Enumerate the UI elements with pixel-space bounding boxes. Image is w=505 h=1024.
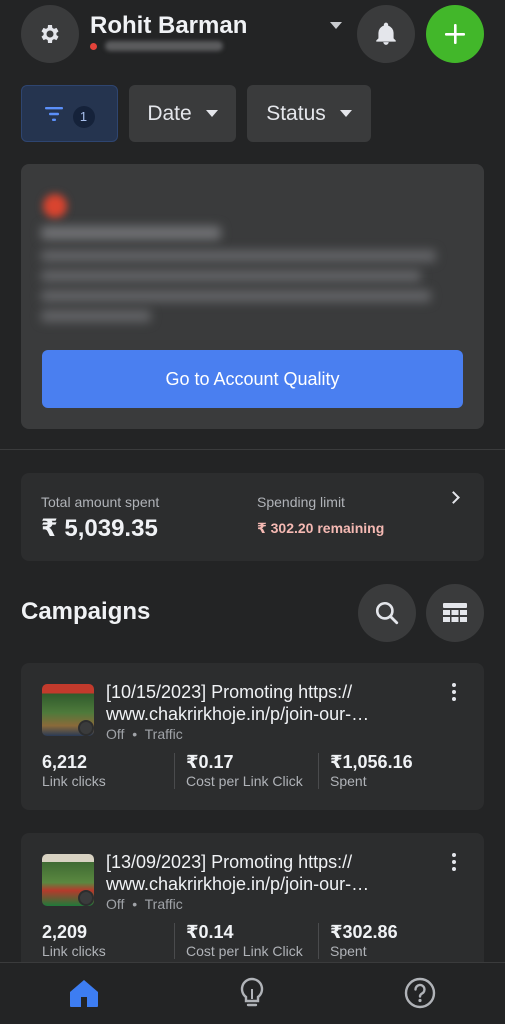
filter-button[interactable]: 1 — [21, 85, 118, 142]
account-name[interactable]: Rohit Barman — [90, 12, 247, 40]
link-clicks-label: Link clicks — [42, 773, 106, 789]
redacted-alert-text — [41, 270, 421, 282]
metric-divider — [318, 753, 319, 789]
spending-limit-remaining: ₹ 302.20 remaining — [257, 520, 385, 536]
metric-divider — [174, 923, 175, 959]
link-clicks-value: 6,212 — [42, 752, 88, 772]
search-button[interactable] — [358, 584, 416, 642]
chevron-right-icon[interactable] — [447, 491, 460, 504]
status-dot — [90, 42, 97, 50]
home-icon — [70, 980, 98, 1007]
link-clicks-value: 2,209 — [42, 922, 88, 942]
campaign-status-line: Off • Traffic — [106, 726, 183, 742]
help-icon — [404, 977, 436, 1009]
campaign-status: Off — [106, 896, 125, 912]
more-options-icon[interactable] — [452, 853, 456, 871]
more-options-icon[interactable] — [452, 683, 456, 701]
lightbulb-icon — [240, 977, 264, 1007]
account-id-redacted — [105, 41, 223, 51]
warning-icon — [43, 194, 67, 218]
account-switcher-chevron-down-icon[interactable] — [330, 22, 342, 29]
campaign-title: [10/15/2023] Promoting https:// www.chak… — [106, 682, 370, 724]
account-quality-alert: Go to Account Quality — [21, 164, 484, 429]
nav-help[interactable] — [400, 973, 440, 1013]
redacted-alert-text — [41, 250, 436, 262]
total-spent-label: Total amount spent — [41, 494, 160, 510]
link-clicks-label: Link clicks — [42, 943, 106, 959]
metric-divider — [174, 753, 175, 789]
campaign-status-line: Off • Traffic — [106, 896, 183, 912]
campaign-status: Off — [106, 726, 125, 742]
cost-per-click-value: ₹0.14 — [186, 922, 234, 942]
spent-label: Spent — [330, 773, 367, 789]
campaign-status-indicator — [78, 720, 94, 736]
filter-count-badge: 1 — [72, 105, 95, 128]
status-filter-label: Status — [266, 101, 326, 125]
campaign-objective: Traffic — [144, 896, 183, 912]
settings-button[interactable] — [21, 5, 79, 63]
bell-icon — [376, 22, 396, 45]
campaign-title: [13/09/2023] Promoting https:// www.chak… — [106, 852, 370, 894]
chevron-down-icon — [205, 110, 218, 117]
go-to-account-quality-button[interactable]: Go to Account Quality — [42, 350, 463, 408]
table-icon — [443, 603, 467, 622]
nav-insights[interactable] — [232, 973, 272, 1013]
spending-limit-label: Spending limit — [257, 494, 345, 510]
redacted-alert-title — [41, 226, 221, 240]
notifications-button[interactable] — [357, 5, 415, 63]
chevron-down-icon — [339, 110, 352, 117]
bottom-navigation — [0, 962, 505, 1024]
filter-icon — [44, 106, 63, 121]
campaign-objective: Traffic — [144, 726, 183, 742]
gear-icon — [41, 25, 59, 43]
plus-icon — [445, 24, 465, 44]
redacted-alert-text — [41, 290, 431, 302]
nav-home[interactable] — [64, 973, 104, 1013]
spending-summary-card[interactable]: Total amount spent ₹ 5,039.35 Spending l… — [21, 473, 484, 561]
campaign-status-indicator — [78, 890, 94, 906]
spent-value: ₹1,056.16 — [330, 752, 413, 772]
cost-per-click-value: ₹0.17 — [186, 752, 234, 772]
campaign-card[interactable]: [10/15/2023] Promoting https:// www.chak… — [21, 663, 484, 810]
spent-value: ₹302.86 — [330, 922, 398, 942]
columns-button[interactable] — [426, 584, 484, 642]
status-filter-dropdown[interactable]: Status — [247, 85, 371, 142]
redacted-alert-text — [41, 310, 151, 322]
metric-divider — [318, 923, 319, 959]
date-filter-dropdown[interactable]: Date — [129, 85, 236, 142]
spent-label: Spent — [330, 943, 367, 959]
campaigns-title: Campaigns — [21, 598, 151, 625]
cost-per-click-label: Cost per Link Click — [186, 943, 303, 959]
total-spent-value: ₹ 5,039.35 — [41, 515, 158, 542]
create-button[interactable] — [426, 5, 484, 63]
date-filter-label: Date — [147, 101, 192, 125]
cost-per-click-label: Cost per Link Click — [186, 773, 303, 789]
divider — [0, 449, 505, 450]
campaign-card[interactable]: [13/09/2023] Promoting https:// www.chak… — [21, 833, 484, 980]
account-id-row — [90, 41, 223, 51]
search-icon — [375, 601, 399, 625]
